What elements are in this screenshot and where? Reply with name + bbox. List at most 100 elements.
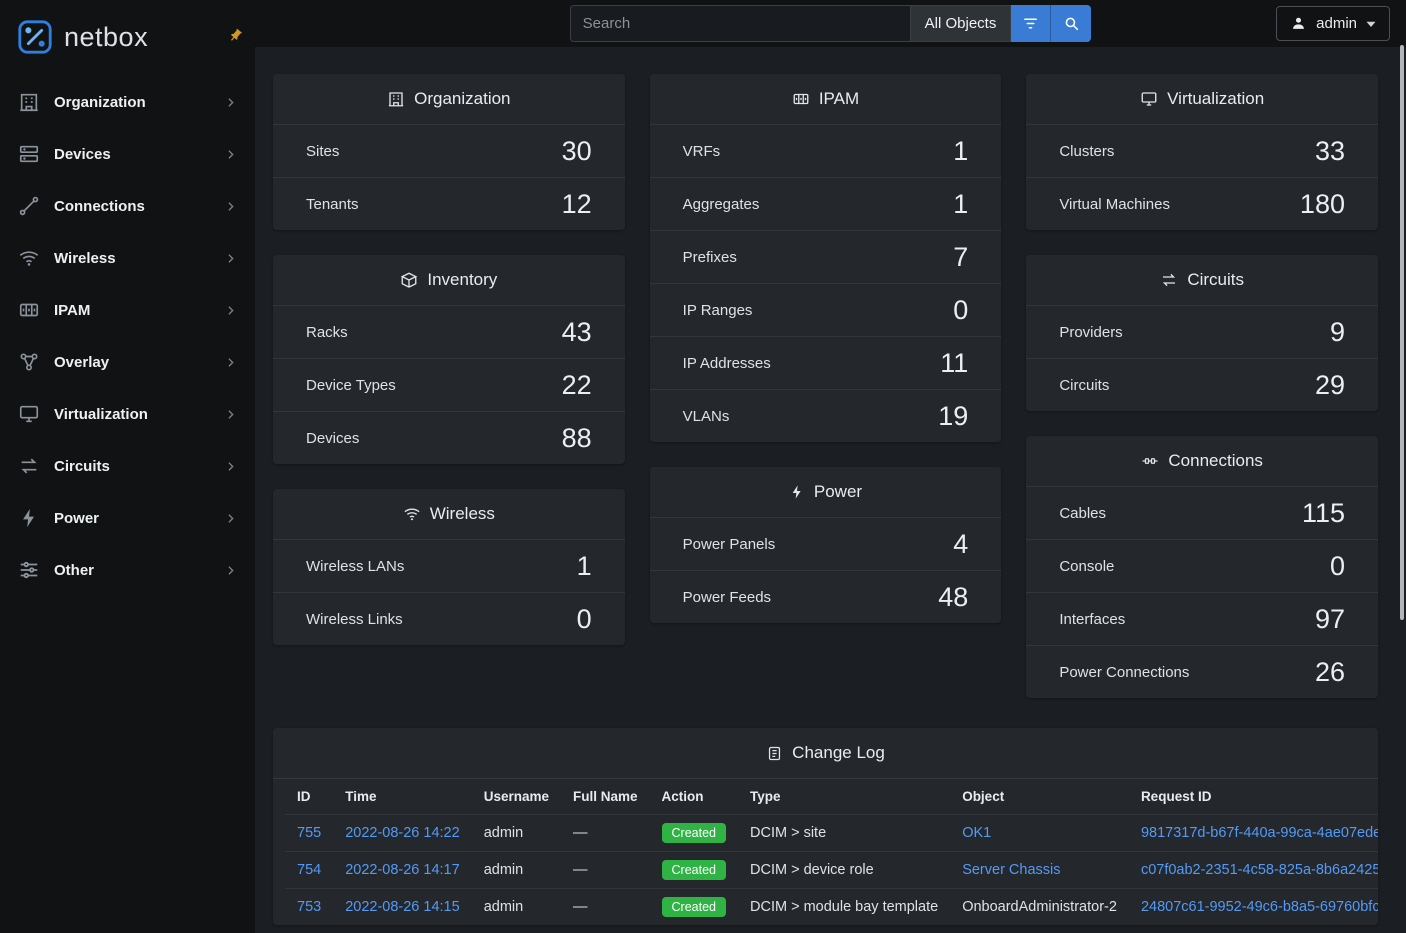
stat-value: 26 [1315, 657, 1345, 687]
filter-button[interactable] [1011, 5, 1051, 42]
virtualization-card: Virtualization Clusters 33 Virtual Machi… [1026, 74, 1378, 230]
stat-row: IP Ranges 0 [650, 283, 1002, 336]
cable-icon [1141, 452, 1159, 470]
stat-row: Power Connections 26 [1026, 645, 1378, 698]
stat-label: Power Panels [683, 536, 776, 553]
sidebar-item-ipam[interactable]: IPAM [0, 284, 255, 336]
action-badge: Created [662, 860, 726, 880]
chevron-right-icon [224, 356, 237, 369]
brand-row: netbox [0, 0, 255, 72]
change-time-link[interactable]: 2022-08-26 14:15 [345, 899, 460, 915]
card-title: Connections [1168, 451, 1263, 471]
scrollbar-thumb[interactable] [1400, 45, 1404, 620]
stat-value: 33 [1315, 136, 1345, 166]
stat-row: Interfaces 97 [1026, 592, 1378, 645]
user-menu-button[interactable]: admin [1276, 6, 1390, 41]
card-header: Wireless [273, 489, 625, 539]
action-badge: Created [662, 897, 726, 917]
stat-label: VLANs [683, 408, 730, 425]
stat-label: Circuits [1059, 377, 1109, 394]
stat-label: Console [1059, 558, 1114, 575]
sidebar-item-devices[interactable]: Devices [0, 128, 255, 180]
stat-value: 115 [1302, 498, 1345, 528]
card-title: Circuits [1187, 270, 1244, 290]
column-header-type: Type [738, 779, 950, 815]
change-type: DCIM > module bay template [738, 889, 950, 926]
stat-label: IP Ranges [683, 302, 753, 319]
request-id-link[interactable]: 24807c61-9952-49c6-b8a5-69760bfcc4b3 [1141, 899, 1378, 915]
pin-sidebar-icon[interactable] [225, 25, 246, 46]
change-username: admin [472, 889, 561, 926]
stat-label: Wireless Links [306, 611, 403, 628]
sidebar-item-circuits[interactable]: Circuits [0, 440, 255, 492]
search-scope-dropdown[interactable]: All Objects [910, 5, 1012, 42]
column-header-time: Time [333, 779, 472, 815]
stat-label: Virtual Machines [1059, 196, 1170, 213]
stat-label: Prefixes [683, 249, 737, 266]
request-id-link[interactable]: c07f0ab2-2351-4c58-825a-8b6a2425a1ab [1141, 862, 1378, 878]
circuits-card: Circuits Providers 9 Circuits 29 [1026, 255, 1378, 411]
change-type: DCIM > device role [738, 852, 950, 889]
chevron-right-icon [224, 512, 237, 525]
change-time-link[interactable]: 2022-08-26 14:17 [345, 862, 460, 878]
stat-row: IP Addresses 11 [650, 336, 1002, 389]
sidebar-item-label: Virtualization [54, 406, 148, 423]
sidebar-item-wireless[interactable]: Wireless [0, 232, 255, 284]
stat-value: 43 [562, 317, 592, 347]
request-id-link[interactable]: 9817317d-b67f-440a-99ca-4ae07ede94df [1141, 825, 1378, 841]
change-object-link[interactable]: Server Chassis [962, 862, 1060, 878]
change-object: OnboardAdministrator-2 [950, 889, 1129, 926]
stat-value: 7 [953, 242, 968, 272]
brand-name: netbox [64, 22, 148, 53]
chevron-right-icon [224, 460, 237, 473]
sidebar-nav: Organization Devices Connections [0, 76, 255, 596]
change-id-link[interactable]: 754 [297, 862, 321, 878]
main-area: All Objects admin [255, 0, 1406, 933]
building-icon [18, 91, 40, 113]
column-header-id: ID [285, 779, 333, 815]
sidebar-item-label: Other [54, 562, 94, 579]
change-username: admin [472, 815, 561, 852]
stat-value: 88 [562, 423, 592, 453]
netbox-logo[interactable]: netbox [16, 18, 148, 56]
app-window: netbox Organization Devices [0, 0, 1406, 933]
card-title: Virtualization [1167, 89, 1264, 109]
card-title: IPAM [819, 89, 859, 109]
column-header-action: Action [650, 779, 738, 815]
connections-card: Connections Cables 115 Console 0 Interfa… [1026, 436, 1378, 698]
sidebar-item-label: Devices [54, 146, 111, 163]
stat-value: 1 [953, 189, 968, 219]
user-label: admin [1316, 15, 1357, 32]
stat-label: Clusters [1059, 143, 1114, 160]
stat-row: Prefixes 7 [650, 230, 1002, 283]
chevron-right-icon [224, 200, 237, 213]
sidebar-item-virtualization[interactable]: Virtualization [0, 388, 255, 440]
sidebar-item-connections[interactable]: Connections [0, 180, 255, 232]
connection-icon [18, 195, 40, 217]
change-id-link[interactable]: 755 [297, 825, 321, 841]
column-header-request-id: Request ID [1129, 779, 1378, 815]
stat-value: 4 [953, 529, 968, 559]
chevron-right-icon [224, 408, 237, 421]
change-object-link[interactable]: OK1 [962, 825, 991, 841]
stat-row: Wireless Links 0 [273, 592, 625, 645]
sidebar-item-organization[interactable]: Organization [0, 76, 255, 128]
wifi-icon [18, 247, 40, 269]
lightning-icon [18, 507, 40, 529]
sidebar-item-other[interactable]: Other [0, 544, 255, 596]
stat-value: 19 [938, 401, 968, 431]
search-submit-button[interactable] [1051, 5, 1091, 42]
change-id-link[interactable]: 753 [297, 899, 321, 915]
search-input[interactable] [570, 5, 910, 42]
change-time-link[interactable]: 2022-08-26 14:22 [345, 825, 460, 841]
stat-row: Wireless LANs 1 [273, 539, 625, 592]
sidebar-item-power[interactable]: Power [0, 492, 255, 544]
history-icon [766, 745, 783, 762]
stat-value: 1 [953, 136, 968, 166]
ipam-card: IPAM VRFs 1 Aggregates 1 Prefixes 7 [650, 74, 1002, 442]
column-header-username: Username [472, 779, 561, 815]
changelog-table: ID Time Username Full Name Action Type O… [285, 779, 1378, 925]
sidebar-item-overlay[interactable]: Overlay [0, 336, 255, 388]
stat-value: 48 [938, 582, 968, 612]
sidebar-item-label: Connections [54, 198, 145, 215]
